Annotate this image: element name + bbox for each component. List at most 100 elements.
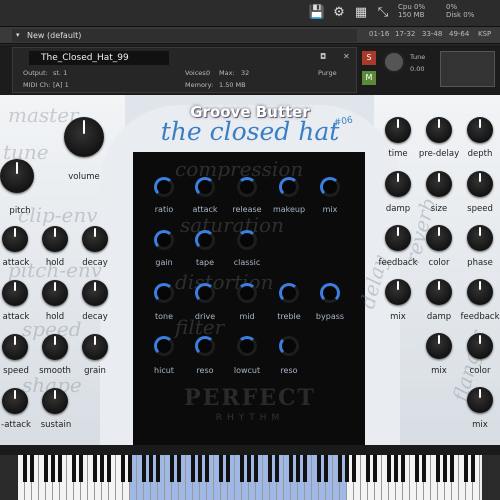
purge-button[interactable]: Purge	[318, 69, 337, 77]
flanger-color-knob[interactable]	[467, 333, 493, 359]
tone-knob[interactable]	[154, 283, 174, 303]
black-key[interactable]	[156, 455, 160, 482]
tune-value[interactable]: 0.00	[410, 65, 424, 73]
black-key[interactable]	[240, 455, 244, 482]
pitch-knob[interactable]	[0, 159, 34, 193]
clip-hold-knob[interactable]	[42, 226, 68, 252]
black-key[interactable]	[373, 455, 377, 482]
predelay-knob[interactable]	[426, 117, 452, 143]
black-key[interactable]	[170, 455, 174, 482]
black-key[interactable]	[177, 455, 181, 482]
multi-name-field[interactable]: ▾ New (default)	[12, 29, 357, 42]
black-key[interactable]	[23, 455, 27, 482]
black-key[interactable]	[219, 455, 223, 482]
flanger-mix-knob[interactable]	[467, 387, 493, 413]
black-key[interactable]	[387, 455, 391, 482]
save-icon[interactable]: 💾	[308, 4, 326, 22]
delay-mix-knob[interactable]	[385, 279, 411, 305]
mute-button[interactable]: M	[362, 71, 376, 85]
black-key[interactable]	[44, 455, 48, 482]
black-key[interactable]	[79, 455, 83, 482]
black-key[interactable]	[107, 455, 111, 482]
pitch-attack-knob[interactable]	[2, 280, 28, 306]
black-key[interactable]	[205, 455, 209, 482]
black-key[interactable]	[450, 455, 454, 482]
delay-feedback-knob[interactable]	[385, 225, 411, 251]
reverb-mix-knob[interactable]	[426, 333, 452, 359]
tab-33-48[interactable]: 33-48	[422, 30, 442, 38]
black-key[interactable]	[443, 455, 447, 482]
output-value[interactable]: st. 1	[53, 69, 67, 77]
speed-knob[interactable]	[2, 334, 28, 360]
black-key[interactable]	[422, 455, 426, 482]
gain-knob[interactable]	[154, 230, 174, 250]
flanger-feedback-knob[interactable]	[467, 279, 493, 305]
black-key[interactable]	[345, 455, 349, 482]
black-key[interactable]	[268, 455, 272, 482]
phase-knob[interactable]	[467, 225, 493, 251]
camera-icon[interactable]: ◘	[320, 52, 326, 61]
black-key[interactable]	[303, 455, 307, 482]
reverb-color-knob[interactable]	[426, 225, 452, 251]
tune-knob[interactable]	[383, 51, 405, 73]
black-key[interactable]	[100, 455, 104, 482]
comp-attack-knob[interactable]	[195, 177, 215, 197]
makeup-knob[interactable]	[279, 177, 299, 197]
clip-attack-knob[interactable]	[2, 226, 28, 252]
ratio-knob[interactable]	[154, 177, 174, 197]
black-key[interactable]	[415, 455, 419, 482]
max-voices-value[interactable]: 32	[241, 69, 249, 77]
hicut-knob[interactable]	[154, 336, 174, 356]
black-key[interactable]	[296, 455, 300, 482]
black-key[interactable]	[51, 455, 55, 482]
bypass-toggle[interactable]	[320, 283, 340, 303]
black-key[interactable]	[394, 455, 398, 482]
black-key[interactable]	[149, 455, 153, 482]
black-key[interactable]	[226, 455, 230, 482]
flanger-speed-knob[interactable]	[467, 171, 493, 197]
comp-mix-knob[interactable]	[320, 177, 340, 197]
mid-knob[interactable]	[237, 283, 257, 303]
filter-reso-knob-1[interactable]	[195, 336, 215, 356]
clip-decay-knob[interactable]	[82, 226, 108, 252]
filter-reso-knob-2[interactable]	[279, 336, 299, 356]
black-key[interactable]	[93, 455, 97, 482]
black-key[interactable]	[366, 455, 370, 482]
gear-icon[interactable]: ⚙	[330, 4, 348, 22]
delay-time-knob[interactable]	[385, 117, 411, 143]
treble-knob[interactable]	[279, 283, 299, 303]
sustain-knob[interactable]	[42, 388, 68, 414]
black-key[interactable]	[30, 455, 34, 482]
midi-channel-value[interactable]: [A] 1	[53, 81, 69, 89]
black-key[interactable]	[352, 455, 356, 482]
pitch-decay-knob[interactable]	[82, 280, 108, 306]
tab-17-32[interactable]: 17-32	[395, 30, 415, 38]
black-key[interactable]	[191, 455, 195, 482]
pitch-wheel[interactable]	[0, 455, 18, 500]
drive-knob[interactable]	[195, 283, 215, 303]
delay-damp-knob[interactable]	[385, 171, 411, 197]
black-key[interactable]	[198, 455, 202, 482]
reverb-damp-knob[interactable]	[426, 279, 452, 305]
smooth-knob[interactable]	[42, 334, 68, 360]
black-key[interactable]	[471, 455, 475, 482]
classic-knob[interactable]	[237, 230, 257, 250]
black-key[interactable]	[58, 455, 62, 482]
black-key[interactable]	[254, 455, 258, 482]
shape-attack-knob[interactable]	[2, 388, 28, 414]
black-key[interactable]	[289, 455, 293, 482]
close-icon[interactable]: ✕	[343, 52, 350, 61]
pitch-hold-knob[interactable]	[42, 280, 68, 306]
black-key[interactable]	[324, 455, 328, 482]
black-key[interactable]	[72, 455, 76, 482]
tab-49-64[interactable]: 49-64	[449, 30, 469, 38]
black-key[interactable]	[275, 455, 279, 482]
black-key[interactable]	[464, 455, 468, 482]
instrument-name-field[interactable]: The_Closed_Hat_99	[29, 51, 169, 65]
tape-knob[interactable]	[195, 230, 215, 250]
tab-ksp[interactable]: KSP	[478, 30, 491, 38]
grain-knob[interactable]	[82, 334, 108, 360]
depth-knob[interactable]	[467, 117, 493, 143]
piano-keyboard[interactable]	[18, 455, 482, 500]
keyboard-icon[interactable]: ▦	[352, 4, 370, 22]
